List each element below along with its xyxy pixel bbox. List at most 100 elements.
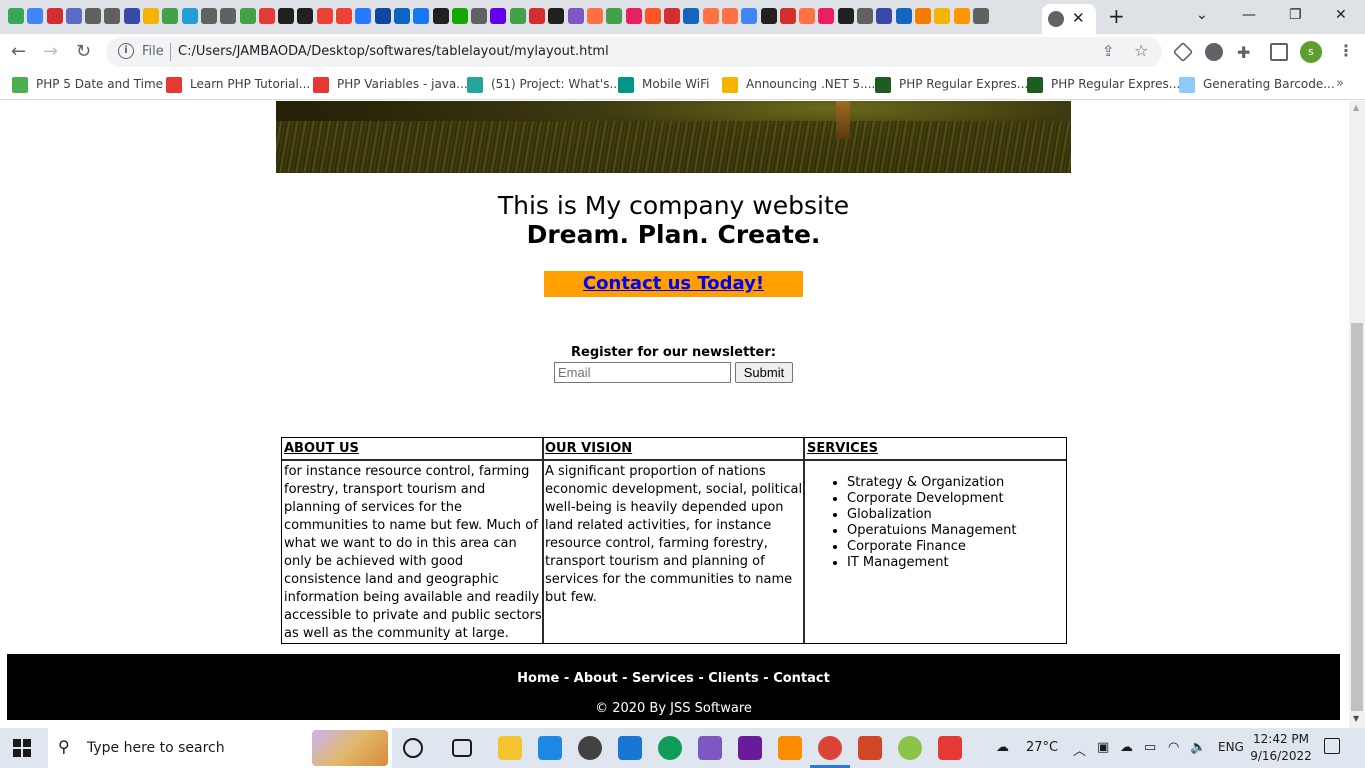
tab-favicon-icon[interactable] [46, 8, 63, 24]
tab-favicon-icon[interactable] [143, 8, 160, 24]
reload-icon[interactable]: ↻ [76, 41, 91, 63]
visual-studio-2-icon[interactable] [738, 736, 762, 760]
more-bookmarks-icon[interactable]: » [1336, 76, 1344, 91]
bookmark-item[interactable]: Generating Barcode... [1179, 77, 1335, 93]
tab-favicon-icon[interactable] [702, 8, 719, 24]
tray-app-icon[interactable]: ▣ [1097, 740, 1109, 755]
newsletter-submit-button[interactable]: Submit [735, 362, 793, 383]
tab-favicon-icon[interactable] [606, 8, 623, 24]
footer-link-services[interactable]: Services [632, 671, 694, 686]
tab-favicon-icon[interactable] [471, 8, 488, 24]
tab-favicon-icon[interactable] [278, 8, 295, 24]
chrome-icon[interactable] [818, 736, 842, 760]
bookmark-item[interactable]: PHP Regular Expres... [1027, 77, 1180, 93]
wordpress-extension-icon[interactable] [1205, 43, 1223, 61]
tab-favicon-icon[interactable] [914, 8, 931, 24]
edge-icon[interactable] [658, 736, 682, 760]
scroll-up-icon[interactable]: ▲ [1353, 103, 1359, 112]
extension-cube-icon[interactable] [1172, 41, 1194, 63]
tab-favicon-icon[interactable] [895, 8, 912, 24]
visual-studio-icon[interactable] [698, 736, 722, 760]
footer-link-contact[interactable]: Contact [773, 671, 830, 686]
tray-chevron-icon[interactable]: ︿ [1073, 740, 1086, 759]
side-panel-icon[interactable] [1270, 43, 1288, 61]
tab-favicon-icon[interactable] [393, 8, 410, 24]
notification-icon[interactable] [1324, 738, 1340, 754]
tab-favicon-icon[interactable] [451, 8, 468, 24]
powerpoint-icon[interactable] [858, 736, 882, 760]
tab-favicon-icon[interactable] [239, 8, 256, 24]
scrollbar-thumb[interactable] [1351, 323, 1363, 711]
maximize-button[interactable]: ❐ [1289, 5, 1302, 25]
tab-favicon-icon[interactable] [490, 8, 507, 24]
tab-favicon-icon[interactable] [355, 8, 372, 24]
tab-favicon-icon[interactable] [104, 8, 121, 24]
new-tab-button[interactable]: + [1108, 4, 1125, 28]
tab-favicon-icon[interactable] [509, 8, 526, 24]
newsletter-email-input[interactable] [554, 362, 731, 383]
weather-icon[interactable]: ☁ [996, 740, 1009, 755]
footer-link-clients[interactable]: Clients [708, 671, 758, 686]
tab-favicon-icon[interactable] [65, 8, 82, 24]
task-view-icon[interactable] [452, 739, 472, 757]
app-icon[interactable] [898, 736, 922, 760]
tab-favicon-icon[interactable] [297, 8, 314, 24]
back-icon[interactable]: ← [11, 41, 26, 63]
tab-favicon-icon[interactable] [258, 8, 275, 24]
contact-us-button[interactable]: Contact us Today! [544, 271, 803, 297]
tab-favicon-icon[interactable] [8, 8, 24, 24]
tab-favicon-icon[interactable] [316, 8, 333, 24]
tab-favicon-icon[interactable] [953, 8, 970, 24]
weather-temperature[interactable]: 27°C [1026, 740, 1058, 755]
tab-favicon-icon[interactable] [432, 8, 449, 24]
windows-start-icon[interactable] [13, 739, 31, 757]
tab-favicon-icon[interactable] [567, 8, 584, 24]
bookmark-item[interactable]: Learn PHP Tutorial... [166, 77, 310, 93]
tab-favicon-icon[interactable] [220, 8, 237, 24]
tab-favicon-icon[interactable] [760, 8, 777, 24]
close-tab-icon[interactable]: ✕ [1072, 8, 1085, 28]
share-icon[interactable]: ⇪ [1102, 42, 1115, 60]
footer-link-home[interactable]: Home [517, 671, 559, 686]
tab-favicon-icon[interactable] [162, 8, 179, 24]
tab-favicon-icon[interactable] [741, 8, 758, 24]
puzzle-extensions-icon[interactable]: ✚ [1237, 43, 1255, 62]
volume-icon[interactable]: 🔈 [1190, 740, 1206, 755]
cortana-icon[interactable] [403, 738, 423, 758]
bookmark-star-icon[interactable]: ☆ [1134, 41, 1148, 60]
tab-search-icon[interactable]: ⌄ [1196, 5, 1208, 25]
xampp-icon[interactable] [778, 736, 802, 760]
tab-favicon-icon[interactable] [779, 8, 796, 24]
scroll-down-icon[interactable]: ▼ [1353, 714, 1359, 723]
active-tab[interactable]: ✕ [1042, 4, 1096, 34]
file-explorer-icon[interactable] [498, 736, 522, 760]
tab-favicon-icon[interactable] [27, 8, 44, 24]
forward-icon[interactable]: → [43, 41, 58, 63]
close-window-button[interactable]: ✕ [1335, 5, 1347, 25]
mail-icon[interactable] [538, 736, 562, 760]
page-scrollbar[interactable]: ▲ ▼ [1349, 101, 1365, 728]
tab-favicon-icon[interactable] [876, 8, 893, 24]
info-icon[interactable]: i [118, 43, 134, 59]
tab-favicon-icon[interactable] [721, 8, 738, 24]
wifi-icon[interactable]: ◠ [1168, 740, 1179, 755]
bookmark-item[interactable]: PHP 5 Date and Time [12, 77, 163, 93]
tab-favicon-icon[interactable] [85, 8, 102, 24]
bookmark-item[interactable]: Announcing .NET 5.... [722, 77, 875, 93]
profile-avatar[interactable]: s [1300, 41, 1322, 63]
tab-favicon-icon[interactable] [934, 8, 951, 24]
footer-link-about[interactable]: About [574, 671, 618, 686]
bookmark-item[interactable]: (51) Project: What's... [467, 77, 621, 93]
onedrive-icon[interactable]: ☁ [1120, 740, 1133, 755]
taskbar-search-box[interactable]: ⚲ Type here to search [48, 728, 392, 768]
pinned-tabs[interactable] [8, 8, 1066, 26]
tab-favicon-icon[interactable] [664, 8, 681, 24]
tab-favicon-icon[interactable] [837, 8, 854, 24]
tab-favicon-icon[interactable] [857, 8, 874, 24]
tab-favicon-icon[interactable] [799, 8, 816, 24]
tab-favicon-icon[interactable] [586, 8, 603, 24]
tab-favicon-icon[interactable] [529, 8, 546, 24]
battery-icon[interactable]: ▭ [1144, 740, 1156, 755]
snipping-tool-icon[interactable] [938, 736, 962, 760]
menu-kebab-icon[interactable]: ⋮ [1338, 41, 1354, 60]
